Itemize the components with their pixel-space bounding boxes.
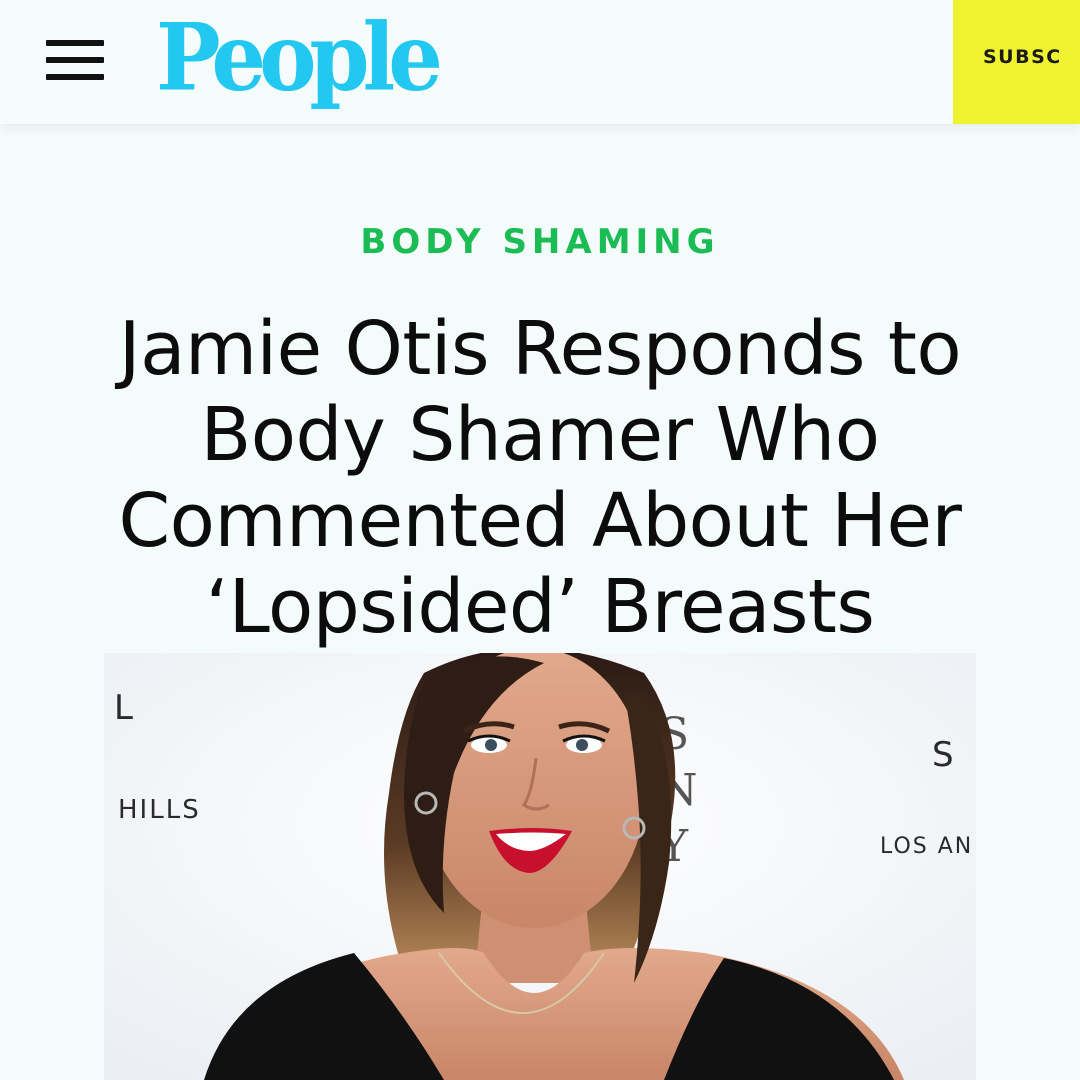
article-hero-image: L HILLS S LOS AN S N Y <box>104 653 976 1080</box>
backdrop-text-hills: HILLS <box>118 795 201 825</box>
backdrop-text-los-an: LOS AN <box>880 834 973 859</box>
site-header: People SUBSC <box>0 0 1080 124</box>
backdrop-letter-s: S <box>932 735 954 775</box>
hamburger-menu-icon[interactable] <box>46 40 104 80</box>
article-category[interactable]: BODY SHAMING <box>0 222 1080 262</box>
article-headline: Jamie Otis Responds to Body Shamer Who C… <box>118 306 962 650</box>
subscribe-button[interactable]: SUBSC <box>953 0 1080 124</box>
backdrop-letter-l: L <box>114 688 133 728</box>
hero-photo-illustration: L HILLS S LOS AN S N Y <box>104 653 976 1080</box>
people-logo[interactable]: People <box>156 3 443 112</box>
